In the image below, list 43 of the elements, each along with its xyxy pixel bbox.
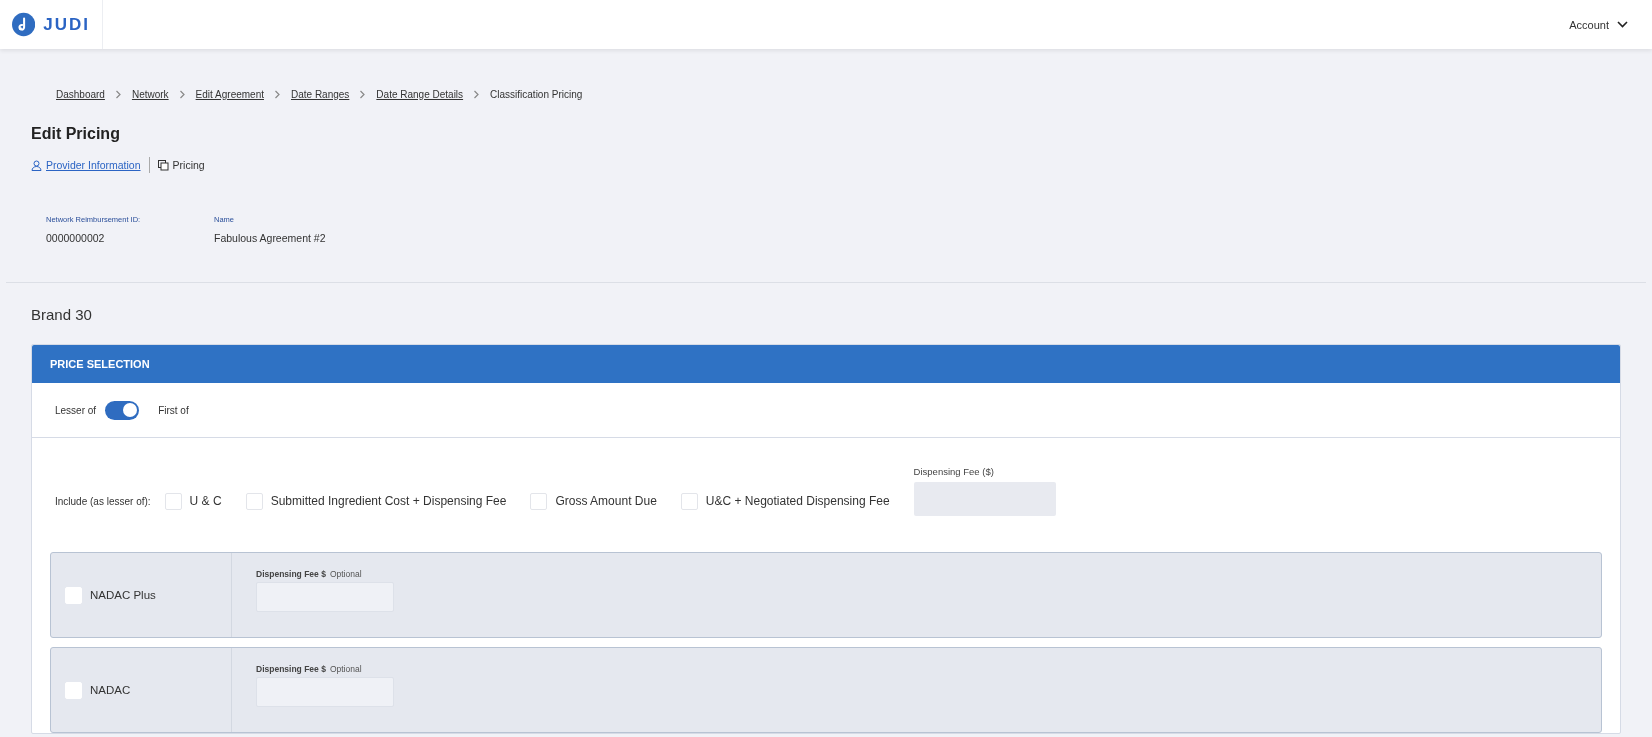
breadcrumb-separator-icon <box>359 89 367 99</box>
field-label: Dispensing Fee ($) <box>913 466 995 477</box>
checkbox-label: Submitted Ingredient Cost + Dispensing Fee <box>270 494 507 508</box>
page-title: Edit Pricing <box>31 125 121 143</box>
checkbox-label: Gross Amount Due <box>555 494 657 508</box>
checkbox[interactable] <box>245 492 263 510</box>
tab[interactable]: Provider Information <box>31 159 141 171</box>
checkbox[interactable] <box>530 492 548 510</box>
field-value: Fabulous Agreement #2 <box>214 232 327 244</box>
checkbox-label: NADAC Plus <box>90 589 156 601</box>
field-label: Dispensing Fee $ <box>256 569 326 579</box>
breadcrumb-separator-icon <box>473 89 481 99</box>
include-label: Include (as lesser of): <box>55 494 151 509</box>
breadcrumb-link[interactable]: Date Ranges <box>291 88 350 100</box>
breadcrumb-separator-icon <box>274 89 281 99</box>
checkbox-label: U&C + Negotiated Dispensing Fee <box>705 494 890 508</box>
breadcrumb-current: Classification Pricing <box>490 88 583 100</box>
optional-hint: Optional <box>329 664 362 674</box>
account-menu[interactable]: Account <box>1563 0 1634 49</box>
checkbox[interactable] <box>164 492 182 510</box>
logo-text: JUDI <box>43 14 90 35</box>
toggle-label: Lesser of <box>55 404 97 416</box>
chevron-down-icon <box>1617 21 1628 28</box>
breadcrumb-link[interactable]: Network <box>131 88 169 100</box>
section-title: Brand 30 <box>31 306 93 323</box>
field-label: Dispensing Fee $ <box>256 664 326 674</box>
toggle-switch[interactable] <box>105 400 140 420</box>
checkbox-label: NADAC <box>90 684 131 696</box>
checkbox[interactable] <box>680 492 698 510</box>
breadcrumb-link[interactable]: Date Range Details <box>376 88 464 100</box>
copy-icon <box>157 159 169 171</box>
card-header: PRICE SELECTION <box>32 345 1620 383</box>
breadcrumb-link[interactable]: Dashboard <box>56 88 105 100</box>
optional-hint: Optional <box>329 569 362 579</box>
field-value: 0000000002 <box>46 232 106 244</box>
toggle-label: First of <box>158 404 189 416</box>
breadcrumb-separator-icon <box>178 89 186 99</box>
person-icon <box>31 159 42 171</box>
logo-icon <box>12 12 36 37</box>
breadcrumb-separator-icon <box>114 89 122 99</box>
breadcrumb-link[interactable]: Edit Agreement <box>195 88 264 100</box>
tab[interactable]: Pricing <box>157 159 205 171</box>
checkbox-label: U & C <box>189 494 222 508</box>
